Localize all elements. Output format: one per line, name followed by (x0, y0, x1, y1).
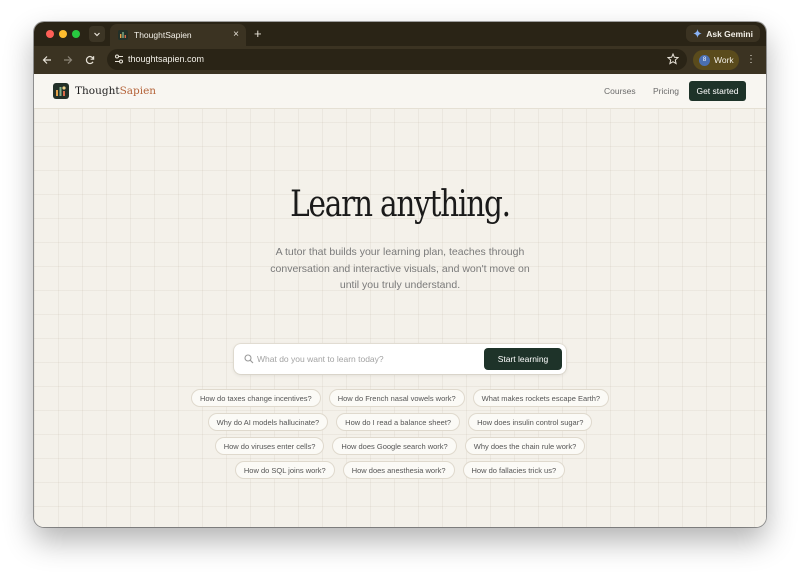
forward-icon[interactable] (61, 53, 75, 67)
active-tab[interactable]: ThoughtSapien × (110, 24, 246, 46)
suggestion-row: How do SQL joins work? How does anesthes… (34, 461, 766, 479)
suggestion-chip[interactable]: How do fallacies trick us? (462, 461, 566, 479)
suggestion-chip[interactable]: How do French nasal vowels work? (328, 389, 465, 407)
close-window-button[interactable] (46, 30, 54, 38)
search-box: Start learning (234, 344, 566, 374)
search-icon (244, 354, 254, 364)
tab-strip: ThoughtSapien × + Ask Gemini (34, 22, 766, 46)
brand-name[interactable]: ThoughtSapien (75, 85, 156, 97)
ask-gemini-button[interactable]: Ask Gemini (686, 25, 760, 42)
gemini-icon (693, 29, 703, 38)
suggestion-chips: How do taxes change incentives? How do F… (34, 389, 766, 485)
profile-label: Work (714, 55, 734, 65)
ask-gemini-label: Ask Gemini (706, 28, 753, 39)
tab-title: ThoughtSapien (134, 30, 192, 40)
suggestion-chip[interactable]: How do taxes change incentives? (190, 389, 321, 407)
suggestion-chip[interactable]: How do SQL joins work? (234, 461, 335, 479)
bookmark-star-icon[interactable] (667, 53, 679, 65)
brand-main: Thought (75, 85, 120, 97)
nav-pricing[interactable]: Pricing (653, 86, 679, 96)
new-tab-button[interactable]: + (254, 26, 262, 42)
suggestion-chip[interactable]: What makes rockets escape Earth? (472, 389, 610, 407)
hero-title: Learn anything. (290, 184, 511, 225)
logo-icon[interactable] (53, 83, 69, 99)
suggestion-chip[interactable]: How does insulin control sugar? (468, 413, 593, 431)
suggestion-row: How do taxes change incentives? How do F… (34, 389, 766, 407)
start-learning-button[interactable]: Start learning (484, 348, 562, 370)
suggestion-chip[interactable]: Why does the chain rule work? (464, 437, 586, 455)
maximize-window-button[interactable] (72, 30, 80, 38)
suggestion-row: Why do AI models hallucinate? How do I r… (34, 413, 766, 431)
minimize-window-button[interactable] (59, 30, 67, 38)
web-page: ThoughtSapien Courses Pricing Get starte… (34, 74, 766, 527)
suggestion-chip[interactable]: How do I read a balance sheet? (336, 413, 461, 431)
nav-courses[interactable]: Courses (604, 86, 636, 96)
back-icon[interactable] (40, 53, 54, 67)
favicon-icon (118, 30, 128, 40)
hero-subtitle: A tutor that builds your learning plan, … (270, 246, 530, 291)
brand-accent: Sapien (119, 85, 157, 97)
get-started-button[interactable]: Get started (689, 81, 746, 101)
profile-button[interactable]: 8 Work (693, 50, 739, 70)
address-bar[interactable]: thoughtsapien.com (107, 49, 687, 70)
suggestion-chip[interactable]: How does anesthesia work? (342, 461, 455, 479)
browser-window: ThoughtSapien × + Ask Gemini thoughtsapi… (34, 22, 766, 527)
suggestion-chip[interactable]: Why do AI models hallucinate? (207, 413, 329, 431)
browser-menu-icon[interactable]: ⋮ (746, 53, 756, 67)
suggestion-chip[interactable]: How does Google search work? (332, 437, 457, 455)
suggestion-row: How do viruses enter cells? How does Goo… (34, 437, 766, 455)
search-input[interactable] (257, 352, 477, 366)
site-header: ThoughtSapien Courses Pricing Get starte… (34, 74, 766, 109)
site-settings-icon[interactable] (114, 53, 124, 65)
browser-toolbar: thoughtsapien.com 8 Work ⋮ (34, 46, 766, 74)
profile-avatar: 8 (699, 54, 710, 66)
suggestion-chip[interactable]: How do viruses enter cells? (214, 437, 325, 455)
tab-search-icon[interactable] (89, 26, 105, 42)
url-text: thoughtsapien.com (128, 54, 205, 64)
tab-close-icon[interactable]: × (233, 30, 239, 40)
reload-icon[interactable] (83, 53, 97, 67)
